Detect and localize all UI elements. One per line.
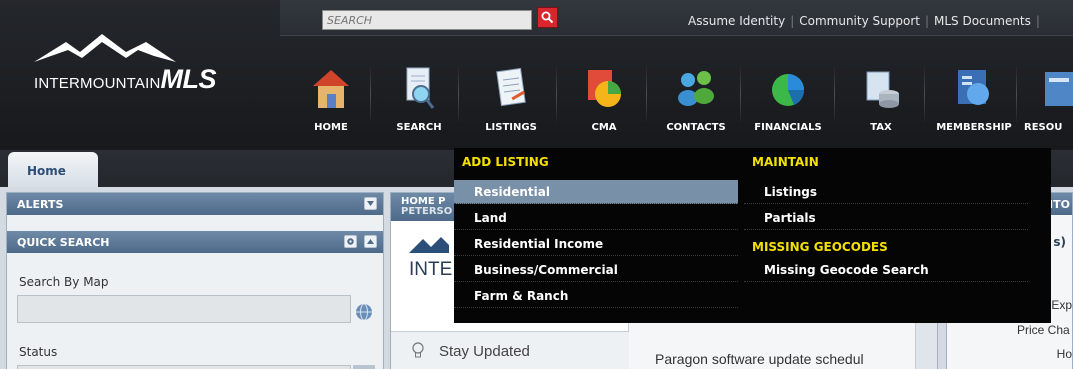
resources-icon xyxy=(1045,72,1073,106)
app-header: Assume Identity | Community Support | MLS Do… xyxy=(0,0,1073,150)
cma-chart-icon xyxy=(588,70,621,107)
alerts-panel-header[interactable]: ALERTS xyxy=(7,193,383,215)
add-listing-header: ADD LISTING xyxy=(462,155,549,169)
gear-icon xyxy=(347,238,354,245)
menu-item-residential-income[interactable]: Residential Income xyxy=(454,232,738,256)
exp-label: Exp xyxy=(1051,298,1072,312)
nav-divider xyxy=(924,64,925,124)
top-links: Assume Identity | Community Support | MLS Do… xyxy=(688,14,1045,28)
ho-label: Ho xyxy=(1056,347,1072,361)
update-text: Paragon software update schedul xyxy=(655,351,864,367)
nav-contacts[interactable]: CONTACTS xyxy=(657,56,735,138)
menu-item-business-commercial[interactable]: Business/Commercial xyxy=(454,258,738,282)
brand-logo[interactable]: INTERMOUNTAINMLS xyxy=(34,64,216,95)
alerts-title: ALERTS xyxy=(17,198,64,211)
nav-financials[interactable]: FINANCIALS xyxy=(749,56,827,138)
left-column: ALERTS QUICK SEARCH Search By Map Status xyxy=(6,192,384,369)
mls-documents-link[interactable]: MLS Documents xyxy=(934,14,1031,28)
stay-updated-row[interactable]: Stay Updated xyxy=(391,331,629,369)
nav-membership[interactable]: MEMBERSHIP xyxy=(935,56,1013,138)
missing-geocodes-header: MISSING GEOCODES xyxy=(752,240,888,254)
nav-search[interactable]: SEARCH xyxy=(380,56,458,138)
house-icon xyxy=(313,70,349,108)
link-separator: | xyxy=(924,14,929,28)
chevron-down-icon xyxy=(367,201,374,206)
search-button[interactable] xyxy=(537,7,558,28)
search-input[interactable] xyxy=(322,10,532,30)
status-dropdown-button[interactable] xyxy=(353,365,375,369)
assume-identity-link[interactable]: Assume Identity xyxy=(688,14,785,28)
search-by-map-input[interactable] xyxy=(17,295,351,323)
listings-icon xyxy=(496,67,526,107)
link-separator: | xyxy=(1035,14,1040,28)
nav-label: TAX xyxy=(870,122,892,133)
nav-divider xyxy=(556,64,557,124)
tab-home[interactable]: Home xyxy=(8,152,98,188)
globe-icon[interactable] xyxy=(355,303,373,321)
nav-divider xyxy=(646,64,647,124)
nav-divider xyxy=(458,64,459,124)
search-by-map-label: Search By Map xyxy=(19,275,109,289)
lightbulb-icon xyxy=(412,342,424,358)
menu-item-partials[interactable]: Partials xyxy=(744,206,1028,230)
nav-resources[interactable]: RESOU xyxy=(1020,56,1073,138)
collapse-button[interactable] xyxy=(364,197,377,210)
financials-icon xyxy=(772,74,805,106)
menu-item-missing-geocode-search[interactable]: Missing Geocode Search xyxy=(744,258,1028,282)
right-panel-title: ITO xyxy=(1049,198,1070,211)
nav-label: MEMBERSHIP xyxy=(936,122,1012,133)
nav-home[interactable]: HOME xyxy=(292,56,370,138)
search-document-icon xyxy=(406,67,435,109)
tax-icon xyxy=(866,71,899,108)
menu-item-land[interactable]: Land xyxy=(454,206,738,230)
expand-button[interactable] xyxy=(364,235,377,248)
mountain-logo-icon xyxy=(409,237,449,253)
search-icon xyxy=(541,11,554,24)
logo-text-mls: MLS xyxy=(160,64,216,94)
menu-item-residential[interactable]: Residential xyxy=(454,180,738,204)
logo-text-intermountain: INTERMOUNTAIN xyxy=(34,75,161,92)
settings-button[interactable] xyxy=(344,235,357,248)
price-change-label: Price Cha xyxy=(1017,323,1070,337)
nav-label: SEARCH xyxy=(396,122,442,133)
quick-search-panel-header[interactable]: QUICK SEARCH xyxy=(7,231,383,253)
nav-divider xyxy=(1016,64,1017,124)
nav-divider xyxy=(740,64,741,124)
nav-label: RESOU xyxy=(1024,122,1063,133)
nav-divider xyxy=(834,64,835,124)
status-input[interactable] xyxy=(17,365,351,369)
chevron-up-icon xyxy=(367,239,374,244)
nav-label: CONTACTS xyxy=(666,122,726,133)
nav-label: FINANCIALS xyxy=(754,122,822,133)
right-panel-subtitle: s) xyxy=(1053,235,1066,249)
stay-updated-label: Stay Updated xyxy=(439,343,530,360)
nav-listings[interactable]: LISTINGS xyxy=(472,56,550,138)
nav-cma[interactable]: CMA xyxy=(565,56,643,138)
menu-item-farm-ranch[interactable]: Farm & Ranch xyxy=(454,284,738,308)
nav-label: CMA xyxy=(591,122,617,133)
nav-label: LISTINGS xyxy=(485,122,537,133)
nav-label: HOME xyxy=(314,122,348,133)
contacts-icon xyxy=(678,71,714,106)
home-logo-text: INTE xyxy=(409,259,453,280)
nav-tax[interactable]: TAX xyxy=(842,56,920,138)
community-support-link[interactable]: Community Support xyxy=(799,14,920,28)
nav-divider xyxy=(370,64,371,124)
menu-item-listings[interactable]: Listings xyxy=(744,180,1028,204)
status-label: Status xyxy=(19,345,58,359)
link-separator: | xyxy=(790,14,795,28)
maintain-header: MAINTAIN xyxy=(752,155,819,169)
quick-search-title: QUICK SEARCH xyxy=(17,236,110,249)
listings-dropdown-menu: ADD LISTING Residential Land Residential… xyxy=(454,148,1051,323)
membership-icon xyxy=(958,70,989,105)
